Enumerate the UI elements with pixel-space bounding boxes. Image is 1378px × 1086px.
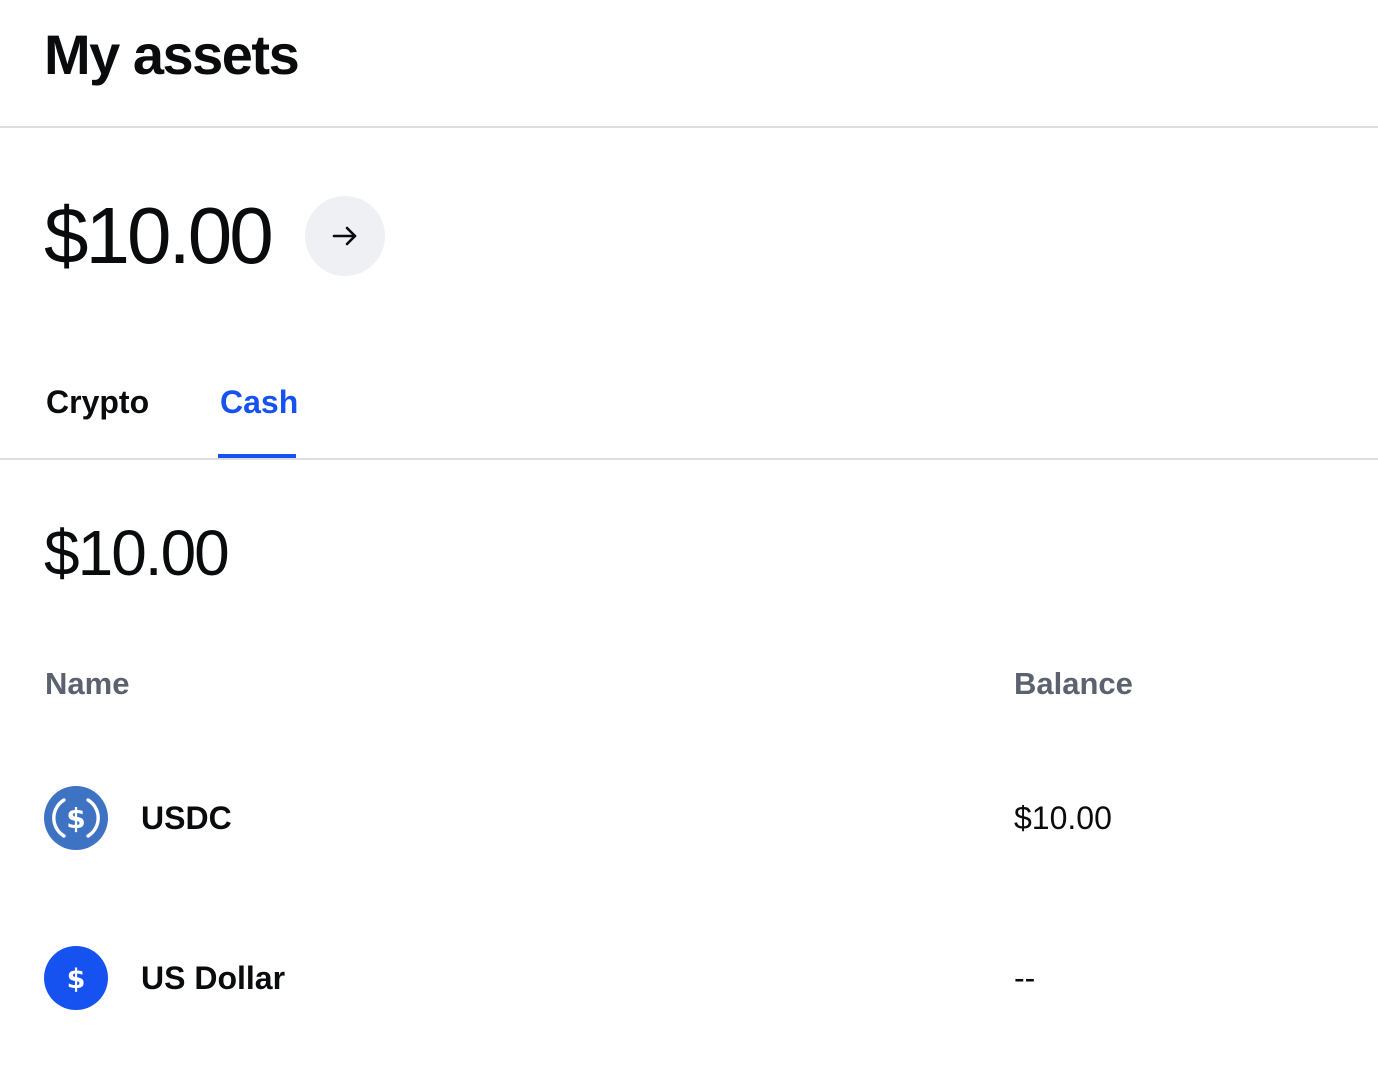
asset-row-us-dollar[interactable]: $ US Dollar --	[0, 928, 1378, 1028]
asset-tabs: Crypto Cash	[0, 360, 1378, 460]
usdc-icon: $	[44, 786, 108, 850]
asset-name: USDC	[141, 800, 232, 836]
tab-cash[interactable]: Cash	[220, 382, 298, 422]
assets-page: My assets $10.00 Crypto Cash $10.00 Name…	[0, 0, 1378, 1086]
total-balance-row: $10.00	[44, 196, 385, 276]
total-balance: $10.00	[44, 191, 274, 280]
view-balance-button[interactable]	[304, 196, 385, 276]
usd-icon: $	[44, 946, 108, 1010]
cash-total: $10.00	[44, 517, 230, 589]
svg-text:$: $	[67, 964, 86, 995]
active-tab-indicator	[218, 454, 296, 458]
asset-row-usdc[interactable]: $ USDC $10.00	[0, 768, 1378, 868]
column-header-name[interactable]: Name	[45, 664, 129, 704]
tab-crypto[interactable]: Crypto	[46, 382, 149, 422]
page-title: My assets	[44, 23, 300, 86]
arrow-right-icon	[332, 226, 356, 246]
svg-text:$: $	[66, 802, 85, 835]
asset-balance: $10.00	[1014, 800, 1112, 836]
asset-balance: --	[1014, 960, 1036, 996]
asset-name: US Dollar	[141, 960, 286, 996]
page-header: My assets	[0, 0, 1378, 128]
column-header-balance[interactable]: Balance	[1014, 664, 1133, 704]
